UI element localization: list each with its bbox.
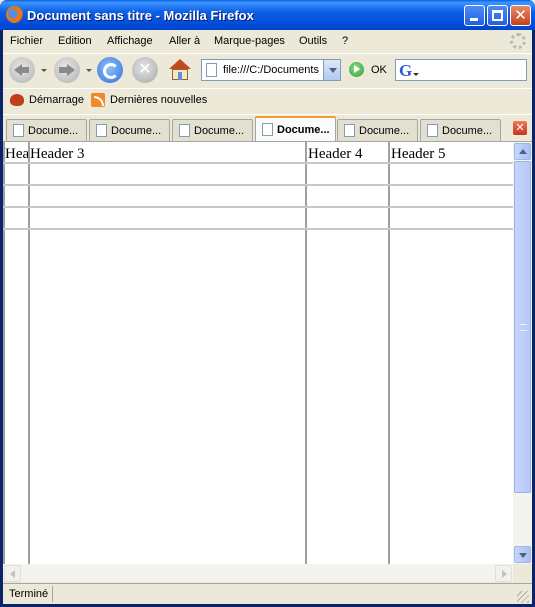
browser-window: Document sans titre - Mozilla Firefox ✕ …: [0, 0, 535, 607]
page-icon: [427, 124, 438, 137]
close-button[interactable]: ✕: [510, 5, 531, 26]
search-bar[interactable]: G: [395, 59, 527, 81]
back-history-dropdown[interactable]: [41, 69, 47, 72]
window-title: Document sans titre - Mozilla Firefox: [27, 8, 254, 23]
vertical-scrollbar[interactable]: [513, 142, 532, 564]
page-content: Header 2 Header 3 Header 4 Header 5: [3, 141, 532, 582]
table-header-cell: Header 2: [5, 146, 28, 162]
scroll-thumb[interactable]: [514, 161, 531, 493]
menu-edition[interactable]: Edition: [58, 35, 92, 47]
google-search-engine-icon[interactable]: G: [399, 61, 421, 80]
forward-arrow-icon: [59, 64, 75, 76]
bookmark-dernieres-nouvelles[interactable]: Dernières nouvelles: [110, 94, 207, 106]
go-label[interactable]: OK: [371, 64, 387, 76]
home-icon: [169, 59, 191, 69]
page-icon: [206, 63, 217, 77]
tab-6[interactable]: Docume...: [420, 119, 501, 141]
home-button[interactable]: [167, 57, 193, 83]
window-client: Fichier Edition Affichage Aller à Marque…: [3, 30, 532, 604]
close-tab-icon[interactable]: ✕: [513, 121, 527, 135]
tab-label: Docume...: [277, 124, 330, 136]
title-bar[interactable]: Document sans titre - Mozilla Firefox ✕: [0, 0, 535, 30]
page-icon: [179, 124, 190, 137]
menu-help[interactable]: ?: [342, 35, 348, 47]
tab-label: Docume...: [28, 125, 79, 137]
minimize-button[interactable]: [464, 5, 485, 26]
table-row-divider: [3, 184, 513, 186]
maximize-button[interactable]: [487, 5, 508, 26]
scroll-right-button[interactable]: [495, 565, 512, 582]
bookmarks-toolbar: Démarrage Dernières nouvelles: [3, 88, 532, 113]
tab-label: Docume...: [359, 125, 410, 137]
page-icon: [262, 123, 273, 136]
reload-button[interactable]: [97, 57, 123, 83]
scroll-down-button[interactable]: [514, 546, 531, 563]
scrollbar-corner: [513, 564, 532, 582]
document-page: Header 2 Header 3 Header 4 Header 5: [3, 142, 513, 564]
search-engine-letter: G: [399, 61, 413, 80]
status-bar: Terminé: [3, 583, 532, 604]
close-icon: ✕: [514, 6, 527, 24]
menu-aller-a[interactable]: Aller à: [169, 35, 200, 47]
back-arrow-icon: [14, 64, 29, 76]
table-header-cell: Header 5: [391, 146, 446, 162]
tab-5[interactable]: Docume...: [337, 119, 418, 141]
firefox-logo-icon: [6, 6, 23, 23]
table-header-cell: Header 3: [30, 146, 85, 162]
tab-4-active[interactable]: Docume...: [255, 116, 336, 141]
tab-label: Docume...: [111, 125, 162, 137]
horizontal-scrollbar[interactable]: [3, 564, 513, 582]
tab-2[interactable]: Docume...: [89, 119, 170, 141]
stop-icon: ✕: [138, 59, 152, 78]
scroll-left-button[interactable]: [4, 565, 21, 582]
tab-label: Docume...: [442, 125, 493, 137]
tab-1[interactable]: Docume...: [6, 119, 87, 141]
url-text[interactable]: file:///C:/Documents: [223, 64, 322, 76]
engine-dropdown-icon: [413, 73, 419, 76]
firefox-bookmark-icon: [10, 94, 24, 106]
grip-icon: [520, 324, 527, 331]
forward-button[interactable]: [54, 57, 80, 83]
minimize-icon: [470, 18, 478, 21]
stop-button[interactable]: ✕: [132, 57, 158, 83]
status-text: Terminé: [9, 588, 49, 600]
resize-grip-icon[interactable]: [517, 591, 529, 603]
page-icon: [344, 124, 355, 137]
tab-3[interactable]: Docume...: [172, 119, 253, 141]
table-row-divider: [3, 206, 513, 208]
forward-history-dropdown[interactable]: [86, 69, 92, 72]
url-dropdown-button[interactable]: [323, 60, 340, 80]
page-icon: [13, 124, 24, 137]
menu-marque-pages[interactable]: Marque-pages: [214, 35, 285, 47]
back-button[interactable]: [9, 57, 35, 83]
url-bar[interactable]: file:///C:/Documents: [201, 59, 341, 81]
menu-affichage[interactable]: Affichage: [107, 35, 153, 47]
menu-bar: Fichier Edition Affichage Aller à Marque…: [3, 30, 532, 52]
go-button[interactable]: [349, 62, 364, 77]
tab-bar: Docume... Docume... Docume... Docume... …: [3, 114, 532, 141]
tab-label: Docume...: [194, 125, 245, 137]
table-header-cell: Header 4: [308, 146, 363, 162]
rss-feed-icon: [91, 93, 105, 107]
menu-fichier[interactable]: Fichier: [10, 35, 43, 47]
bookmark-demarrage[interactable]: Démarrage: [29, 94, 84, 106]
scroll-up-button[interactable]: [514, 143, 531, 160]
page-icon: [96, 124, 107, 137]
menu-outils[interactable]: Outils: [299, 35, 327, 47]
navigation-toolbar: ✕ file:///C:/Documents OK G: [3, 53, 532, 87]
table-row-divider: [3, 228, 513, 230]
throbber-icon: [510, 33, 526, 49]
maximize-icon: [492, 10, 503, 21]
status-divider: [52, 586, 53, 602]
